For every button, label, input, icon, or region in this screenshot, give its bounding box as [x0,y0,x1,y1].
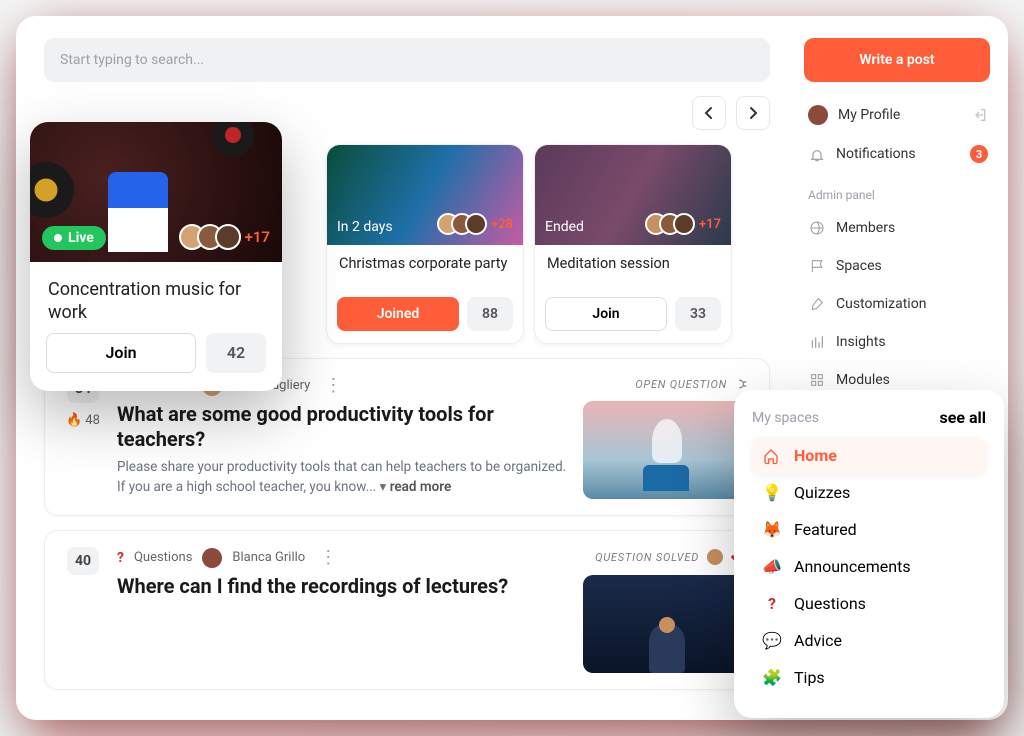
chat-icon: 💬 [762,631,782,650]
search-input[interactable]: Start typing to search... [44,38,770,82]
event-status-label: Ended [545,219,584,235]
join-button[interactable]: Join [46,333,196,373]
post-status: QUESTION SOLVED [595,547,751,567]
live-badge: Live [42,226,106,250]
user-avatar [808,105,828,125]
event-status-label: In 2 days [337,219,393,235]
question-icon: ? [117,550,124,566]
event-count: 33 [675,297,721,331]
admin-members-link[interactable]: Members [804,212,990,244]
my-spaces-panel: My spaces see all Home 💡Quizzes 🦊Feature… [734,390,1004,718]
fox-icon: 🦊 [762,520,782,539]
post-status: OPEN QUESTION [635,375,751,393]
question-icon: ? [762,594,782,613]
events-prev-button[interactable] [692,96,726,130]
post-thumbnail [583,401,751,499]
flag-icon [808,257,826,275]
event-attendee-count: +28 [491,217,513,232]
bulb-icon: 💡 [762,483,782,502]
event-title: Concentration music for work [30,262,282,333]
grid-icon [808,371,826,389]
event-card[interactable]: In 2 days +28 Christmas corporate party … [326,144,524,344]
space-featured[interactable]: 🦊Featured [752,511,986,548]
megaphone-icon: 📣 [762,557,782,576]
join-button[interactable]: Join [545,297,667,331]
event-card[interactable]: Ended +17 Meditation session Join 33 [534,144,732,344]
notifications-link[interactable]: Notifications 3 [804,138,990,170]
bell-icon [808,145,826,163]
read-more-link[interactable]: read more [390,479,452,495]
vote-count[interactable]: 40 [67,547,99,575]
post-menu-button[interactable]: ⋮ [315,547,341,568]
fire-count: 🔥 48 [66,413,100,428]
post-title[interactable]: Where can I find the recordings of lectu… [117,574,569,599]
post-author[interactable]: Blanca Grillo [232,550,305,565]
event-title: Meditation session [535,245,731,297]
post-title[interactable]: What are some good productivity tools fo… [117,402,569,452]
space-quizzes[interactable]: 💡Quizzes [752,474,986,511]
puzzle-icon: 🧩 [762,668,782,687]
space-advice[interactable]: 💬Advice [752,622,986,659]
space-questions[interactable]: ?Questions [752,585,986,622]
post-category[interactable]: Questions [134,550,192,565]
space-tips[interactable]: 🧩Tips [752,659,986,696]
logout-icon[interactable] [972,107,988,123]
attendee-count: +17 [245,228,270,246]
admin-insights-link[interactable]: Insights [804,326,990,358]
brush-icon [808,295,826,313]
my-profile-link[interactable]: My Profile [804,98,990,132]
admin-spaces-link[interactable]: Spaces [804,250,990,282]
notification-badge: 3 [970,145,988,163]
events-next-button[interactable] [736,96,770,130]
author-avatar[interactable] [202,548,222,568]
admin-customization-link[interactable]: Customization [804,288,990,320]
featured-event-card[interactable]: Live +17 Concentration music for work Jo… [30,122,282,391]
chart-icon [808,333,826,351]
event-count: 42 [206,333,266,373]
admin-section-label: Admin panel [804,188,990,202]
spaces-label: My spaces [752,410,819,426]
home-icon [762,447,782,465]
post-thumbnail [583,575,751,673]
joined-button[interactable]: Joined [337,297,459,331]
space-home[interactable]: Home [752,437,986,474]
post-excerpt: Please share your productivity tools tha… [117,458,569,497]
post-menu-button[interactable]: ⋮ [320,375,346,396]
event-attendee-count: +17 [699,217,721,232]
see-all-link[interactable]: see all [939,408,986,427]
solver-avatar [705,547,725,567]
post-card[interactable]: 40 ? Questions Blanca Grillo ⋮ Where can… [44,530,770,690]
space-announcements[interactable]: 📣Announcements [752,548,986,585]
event-title: Christmas corporate party [327,245,523,297]
write-post-button[interactable]: Write a post [804,38,990,82]
members-icon [808,219,826,237]
event-count: 88 [467,297,513,331]
